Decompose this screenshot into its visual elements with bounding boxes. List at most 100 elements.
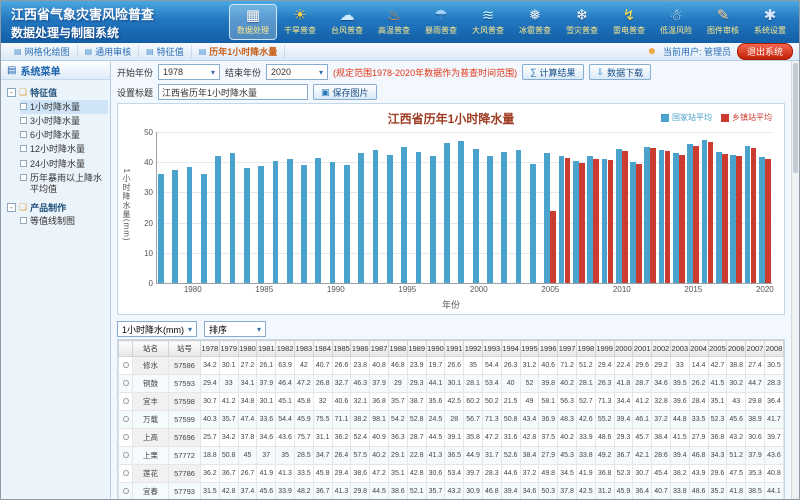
row-radio[interactable] — [123, 362, 129, 368]
value-cell: 40 — [501, 375, 520, 393]
toolbar-item-label: 大风普查 — [465, 25, 511, 36]
nav-tab-feature-values[interactable]: ▤特征值 — [139, 45, 192, 58]
toolbar-item-rainstorm-survey[interactable]: ☂暴雨普查 — [418, 5, 464, 39]
tree-item[interactable]: 24小时降水量 — [20, 157, 108, 171]
sidebar: ▤ 系统菜单 -❏特征值1小时降水量3小时降水量6小时降水量12小时降水量24小… — [1, 61, 111, 499]
nav-tab-label: 历年1小时降水量 — [209, 45, 277, 58]
value-cell: 30.7 — [633, 465, 652, 483]
row-radio[interactable] — [123, 488, 129, 494]
value-cell: 54.2 — [388, 411, 407, 429]
checkbox-icon[interactable] — [20, 131, 27, 138]
map-review-icon: ✎ — [700, 7, 746, 24]
value-cell: 37 — [257, 447, 276, 465]
value-cell: 37.8 — [558, 483, 577, 500]
toolbar-item-lowtemp-risk[interactable]: ☃低温风险 — [653, 5, 699, 39]
year-column-header: 2005 — [708, 341, 727, 357]
toolbar-item-snow-survey[interactable]: ❄雪灾普查 — [559, 5, 605, 39]
collapse-icon[interactable]: - — [7, 203, 16, 212]
checkbox-icon[interactable] — [20, 217, 27, 224]
value-cell: 21.5 — [501, 393, 520, 411]
checkbox-icon[interactable] — [20, 160, 27, 167]
tree-item[interactable]: 1小时降水量 — [20, 100, 108, 114]
value-cell: 33.9 — [576, 429, 595, 447]
calculate-icon: ∑ — [530, 67, 536, 77]
value-cell: 28.1 — [464, 375, 483, 393]
start-year-select[interactable]: 1978 — [158, 64, 220, 80]
sort-select[interactable]: 排序 — [204, 321, 266, 337]
toolbar-item-data-processing[interactable]: ▦数据处理 — [230, 5, 276, 39]
value-cell: 46.8 — [388, 357, 407, 375]
value-cell: 38.5 — [746, 483, 765, 500]
download-button[interactable]: ⇩ 数据下载 — [589, 64, 652, 80]
row-select-cell — [119, 411, 133, 429]
value-cell: 40.2 — [370, 447, 389, 465]
toolbar-item-hail-survey[interactable]: ❅冰雹普查 — [512, 5, 558, 39]
row-radio[interactable] — [123, 380, 129, 386]
tree-group-product-making[interactable]: -❏产品制作 — [7, 200, 108, 215]
collapse-icon[interactable]: - — [7, 88, 16, 97]
metric-select[interactable]: 1小时降水(mm) — [117, 321, 197, 337]
row-radio[interactable] — [123, 434, 129, 440]
value-cell: 34.6 — [257, 429, 276, 447]
tree-item[interactable]: 3小时降水量 — [20, 114, 108, 128]
tree-item[interactable]: 12小时降水量 — [20, 143, 108, 157]
row-radio[interactable] — [123, 398, 129, 404]
bar-national-avg — [373, 150, 379, 283]
scrollbar-thumb[interactable] — [793, 63, 798, 173]
x-axis-label: 年份 — [118, 298, 784, 311]
checkbox-icon[interactable] — [20, 174, 27, 181]
toolbar-item-wind-survey[interactable]: ≋大风普查 — [465, 5, 511, 39]
row-radio[interactable] — [123, 470, 129, 476]
data-table: 站名站号197819791980198119821983198419851986… — [118, 340, 784, 499]
end-year-select[interactable]: 2020 — [266, 64, 328, 80]
tree-item[interactable]: 历年暴雨以上降水平均值 — [20, 171, 108, 197]
value-cell: 39.4 — [614, 411, 633, 429]
value-cell: 35.3 — [746, 465, 765, 483]
end-year-value: 2020 — [271, 67, 291, 77]
value-cell: 28.4 — [689, 393, 708, 411]
toolbar-item-system-settings[interactable]: ✱系统设置 — [747, 5, 793, 39]
year-column-header: 1985 — [332, 341, 351, 357]
calculate-button[interactable]: ∑ 计算结果 — [522, 64, 583, 80]
value-cell: 32.7 — [332, 375, 351, 393]
value-cell: 36.5 — [445, 447, 464, 465]
value-cell: 52.4 — [351, 429, 370, 447]
nav-tab-grid-mapping[interactable]: ▤网格化绘图 — [7, 45, 78, 58]
tree-item[interactable]: 6小时降水量 — [20, 129, 108, 143]
value-cell: 52.3 — [708, 411, 727, 429]
toolbar-item-lightning-survey[interactable]: ↯雷电普查 — [606, 5, 652, 39]
vertical-scrollbar[interactable] — [791, 61, 799, 499]
row-radio[interactable] — [123, 452, 129, 458]
checkbox-icon[interactable] — [20, 103, 27, 110]
toolbar-item-map-review[interactable]: ✎图件审核 — [700, 5, 746, 39]
toolbar-item-heat-survey[interactable]: ♨高温普查 — [371, 5, 417, 39]
row-radio[interactable] — [123, 416, 129, 422]
value-cell: 38.4 — [652, 429, 671, 447]
bar-national-avg — [458, 141, 464, 283]
chart-title-input[interactable] — [158, 84, 308, 100]
value-cell: 19.7 — [426, 357, 445, 375]
value-cell: 40.2 — [558, 429, 577, 447]
nav-tab-general-review[interactable]: ▤通用审核 — [78, 45, 140, 58]
year-column-header: 2007 — [746, 341, 765, 357]
value-cell: 37.9 — [746, 447, 765, 465]
checkbox-icon[interactable] — [20, 145, 27, 152]
checkbox-icon[interactable] — [20, 117, 27, 124]
x-tick-label: 2000 — [470, 285, 488, 294]
tree-item[interactable]: 等值线制图 — [20, 215, 108, 229]
nav-tab-hourly-precip[interactable]: ▤历年1小时降水量 — [192, 45, 286, 58]
logout-button[interactable]: 退出系统 — [737, 43, 793, 60]
sidebar-tree: -❏特征值1小时降水量3小时降水量6小时降水量12小时降水量24小时降水量历年暴… — [1, 80, 110, 236]
tree-group-feature-values[interactable]: -❏特征值 — [7, 85, 108, 100]
chart-panel: 江西省历年1小时降水量 国家站平均乡镇站平均 1小时降水量(mm) 010203… — [117, 103, 785, 315]
value-cell: 45.1 — [276, 393, 295, 411]
toolbar-item-typhoon-survey[interactable]: ☁台风普查 — [324, 5, 370, 39]
year-column-header: 1981 — [257, 341, 276, 357]
toolbar-item-drought-survey[interactable]: ☀干旱普查 — [277, 5, 323, 39]
table-controls: 1小时降水(mm) 排序 — [111, 317, 791, 339]
value-cell: 38.9 — [746, 411, 765, 429]
value-cell: 31.5 — [201, 483, 220, 500]
value-cell: 32.8 — [652, 393, 671, 411]
bar-national-avg — [659, 150, 665, 283]
save-image-button[interactable]: ▣ 保存图片 — [313, 84, 377, 100]
